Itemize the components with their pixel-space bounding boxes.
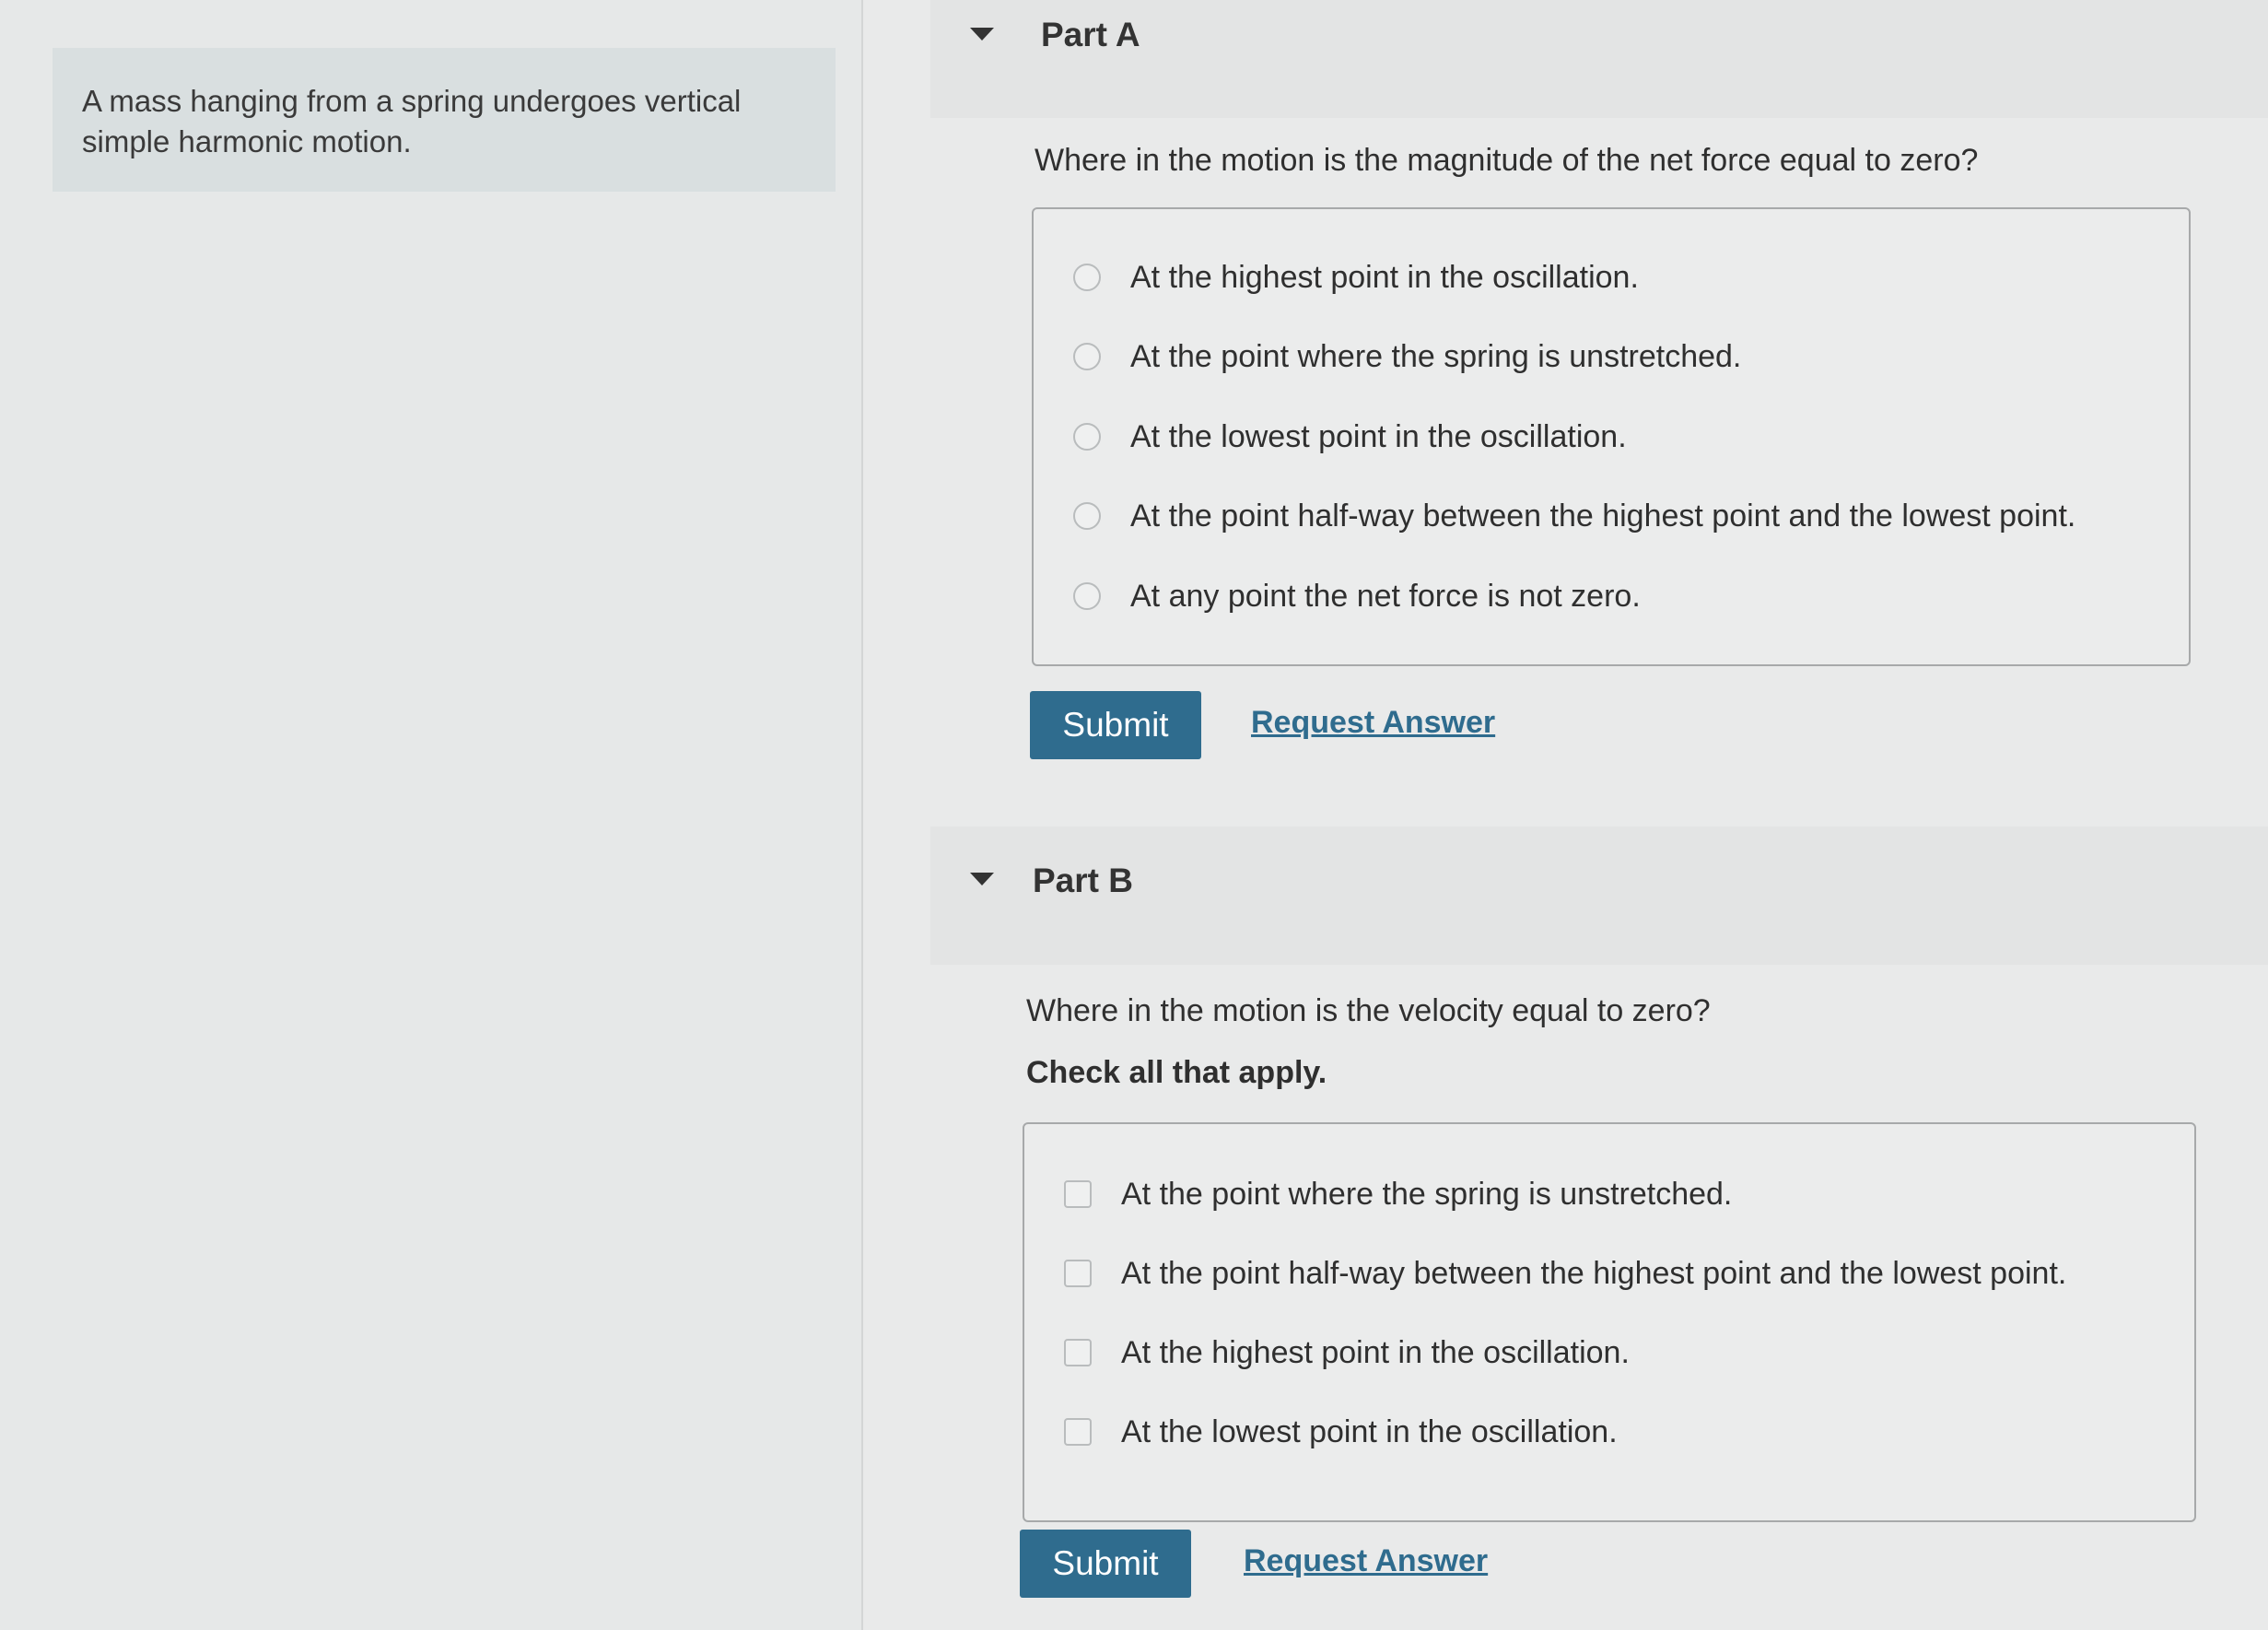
checkbox[interactable] xyxy=(1064,1180,1092,1208)
radio-button[interactable] xyxy=(1073,343,1101,370)
part-b-collapse-icon[interactable] xyxy=(970,873,994,885)
part-a-option[interactable]: At any point the net force is not zero. xyxy=(1034,569,1641,624)
part-b-title: Part B xyxy=(1033,862,1133,899)
problem-intro-text: A mass hanging from a spring undergoes v… xyxy=(82,84,742,158)
part-a-request-answer-link[interactable]: Request Answer xyxy=(1251,705,1495,741)
part-b-option[interactable]: At the point half-way between the highes… xyxy=(1024,1246,2066,1301)
part-a-options-box: At the highest point in the oscillation.… xyxy=(1032,207,2191,666)
part-b-option[interactable]: At the lowest point in the oscillation. xyxy=(1024,1404,1618,1460)
part-a-submit-button[interactable]: Submit xyxy=(1030,691,1201,759)
option-label: At the point half-way between the highes… xyxy=(1130,498,2076,534)
part-b-option[interactable]: At the point where the spring is unstret… xyxy=(1024,1167,1732,1222)
option-label: At the lowest point in the oscillation. xyxy=(1121,1413,1618,1449)
radio-button[interactable] xyxy=(1073,423,1101,451)
part-b-request-answer-link[interactable]: Request Answer xyxy=(1244,1543,1488,1579)
part-b-submit-button[interactable]: Submit xyxy=(1020,1530,1191,1598)
part-a-collapse-icon[interactable] xyxy=(970,28,994,41)
part-b-instruction: Check all that apply. xyxy=(1026,1055,1327,1090)
part-a-option[interactable]: At the point where the spring is unstret… xyxy=(1034,329,1741,384)
option-label: At the point where the spring is unstret… xyxy=(1121,1176,1733,1212)
part-b-option[interactable]: At the highest point in the oscillation. xyxy=(1024,1325,1630,1380)
option-label: At the point half-way between the highes… xyxy=(1121,1255,2067,1291)
part-a-option[interactable]: At the point half-way between the highes… xyxy=(1034,488,2075,544)
checkbox[interactable] xyxy=(1064,1260,1092,1287)
part-a-question: Where in the motion is the magnitude of … xyxy=(1035,143,1979,178)
option-label: At the lowest point in the oscillation. xyxy=(1130,418,1627,454)
option-label: At the point where the spring is unstret… xyxy=(1130,338,1742,374)
part-b-question: Where in the motion is the velocity equa… xyxy=(1026,993,1711,1028)
part-a-option[interactable]: At the lowest point in the oscillation. xyxy=(1034,409,1627,464)
parts-pane: Part A Where in the motion is the magnit… xyxy=(863,0,2268,1630)
option-label: At any point the net force is not zero. xyxy=(1130,578,1641,614)
part-b-options-box: At the point where the spring is unstret… xyxy=(1023,1122,2196,1522)
part-a-option[interactable]: At the highest point in the oscillation. xyxy=(1034,250,1639,305)
radio-button[interactable] xyxy=(1073,264,1101,291)
problem-intro-pane: A mass hanging from a spring undergoes v… xyxy=(0,0,861,1630)
checkbox[interactable] xyxy=(1064,1339,1092,1366)
part-a-title: Part A xyxy=(1041,16,1140,53)
radio-button[interactable] xyxy=(1073,582,1101,610)
checkbox[interactable] xyxy=(1064,1418,1092,1446)
option-label: At the highest point in the oscillation. xyxy=(1121,1334,1630,1370)
option-label: At the highest point in the oscillation. xyxy=(1130,259,1639,295)
problem-intro-box: A mass hanging from a spring undergoes v… xyxy=(53,48,836,192)
radio-button[interactable] xyxy=(1073,502,1101,530)
